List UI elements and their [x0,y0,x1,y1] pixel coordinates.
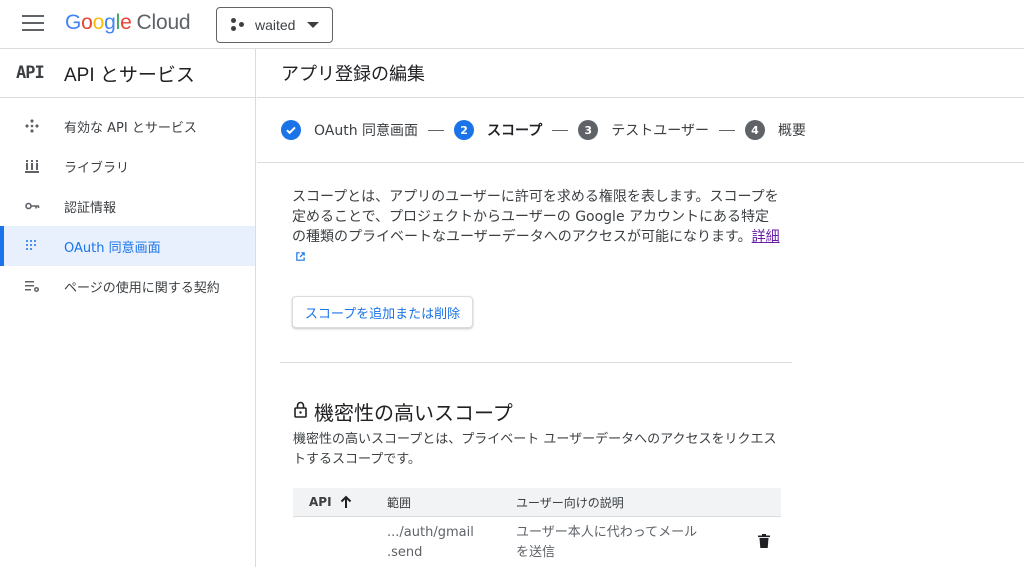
stepper: OAuth 同意画面 2 スコープ 3 テストユーザー 4 概要 [257,98,1024,163]
sidebar-item-label: ライブラリ [64,160,130,176]
table-header: API 範囲 ユーザー向けの説明 [293,488,781,516]
scopes-description: スコープとは、アプリのユーザーに許可を求める権限を表します。スコープを定めること… [292,187,780,268]
step-summary[interactable]: 4 概要 [744,120,806,140]
sidebar-title: API とサービス [64,64,195,86]
row-scope-line: .../auth/gmail [387,524,474,540]
sensitive-scopes-table: API 範囲 ユーザー向けの説明 .../auth/gmail .send ユー… [293,488,781,567]
sidebar-item-page-agreements[interactable]: ページの使用に関する契約 [0,266,255,306]
row-description-line: を送信 [516,544,556,560]
sensitive-scopes-description: 機密性の高いスコープとは、プライベート ユーザーデータへのアクセスをリクエストす… [293,432,777,467]
sidebar-item-credentials[interactable]: 認証情報 [0,186,255,226]
sidebar: API API とサービス 有効な API とサービス ライブラリ 認証情報 O… [0,49,256,567]
apis-icon [24,118,40,134]
project-icon [231,18,245,32]
step-number: 4 [744,120,765,140]
sidebar-item-label: 認証情報 [64,200,117,216]
agreements-icon [24,278,40,294]
scopes-section: スコープとは、アプリのユーザーに許可を求める権限を表します。スコープを定めること… [257,163,780,328]
scopes-description-text: スコープとは、アプリのユーザーに許可を求める権限を表します。スコープを定めること… [292,189,779,245]
step-separator [552,129,569,131]
row-scope: .../auth/gmail .send [387,523,516,563]
step-label: テストユーザー [611,123,709,139]
sidebar-item-oauth-consent[interactable]: OAuth 同意画面 [0,226,255,266]
sidebar-header: API API とサービス [0,49,255,98]
sort-arrow-up-icon [340,495,352,509]
step-label: OAuth 同意画面 [314,123,419,139]
step-number: 2 [454,120,475,140]
external-link-icon [295,248,306,268]
google-cloud-logo[interactable]: Google Cloud [65,11,191,35]
table-row: .../auth/gmail .send ユーザー本人に代わってメール を送信 [293,516,781,567]
add-remove-scopes-button[interactable]: スコープを追加または削除 [292,296,473,328]
oauth-consent-icon [24,238,40,254]
lock-icon [293,401,308,422]
sidebar-nav: 有効な API とサービス ライブラリ 認証情報 OAuth 同意画面 ページの… [0,98,255,306]
step-separator [428,129,445,131]
check-icon [281,120,301,140]
library-icon [24,158,40,174]
top-bar: Google Cloud waited [0,0,1024,49]
page-title: アプリ登録の編集 [281,64,425,85]
step-number: 3 [578,120,599,140]
user-facing-description-column-header: ユーザー向けの説明 [516,495,624,510]
row-description: ユーザー本人に代わってメール を送信 [516,523,746,563]
sidebar-item-label: ページの使用に関する契約 [64,280,220,296]
project-picker-button[interactable]: waited [216,7,333,43]
step-oauth-consent[interactable]: OAuth 同意画面 [281,120,418,140]
step-scopes[interactable]: 2 スコープ [454,120,542,140]
key-icon [24,198,40,214]
page-title-bar: アプリ登録の編集 [257,49,1024,98]
row-scope-line: .send [387,544,423,560]
column-label: API [309,495,332,509]
learn-more-link[interactable]: 詳細 [752,229,780,245]
step-label: スコープ [487,123,543,139]
row-description-line: ユーザー本人に代わってメール [516,524,698,540]
api-badge-icon: API [16,63,45,83]
api-column-header[interactable]: API [293,495,387,509]
section-divider [280,362,792,363]
delete-scope-button[interactable] [746,533,781,552]
sidebar-item-label: 有効な API とサービス [64,120,197,136]
sidebar-item-library[interactable]: ライブラリ [0,146,255,186]
step-separator [718,129,735,131]
main-content: アプリ登録の編集 OAuth 同意画面 2 スコープ 3 テストユーザー 4 概… [257,49,1024,567]
sidebar-item-enabled-apis[interactable]: 有効な API とサービス [0,106,255,146]
sensitive-scopes-title: 機密性の高いスコープ [314,401,513,425]
step-label: 概要 [777,123,806,139]
scope-column-header: 範囲 [387,495,412,510]
project-name: waited [255,17,296,33]
step-test-users[interactable]: 3 テストユーザー [578,120,709,140]
trash-icon [757,533,770,552]
main-menu-icon[interactable] [22,15,44,33]
sidebar-item-label: OAuth 同意画面 [64,240,161,256]
dropdown-caret-icon [307,22,319,28]
sensitive-scopes-heading: 機密性の高いスコープ [293,397,513,426]
